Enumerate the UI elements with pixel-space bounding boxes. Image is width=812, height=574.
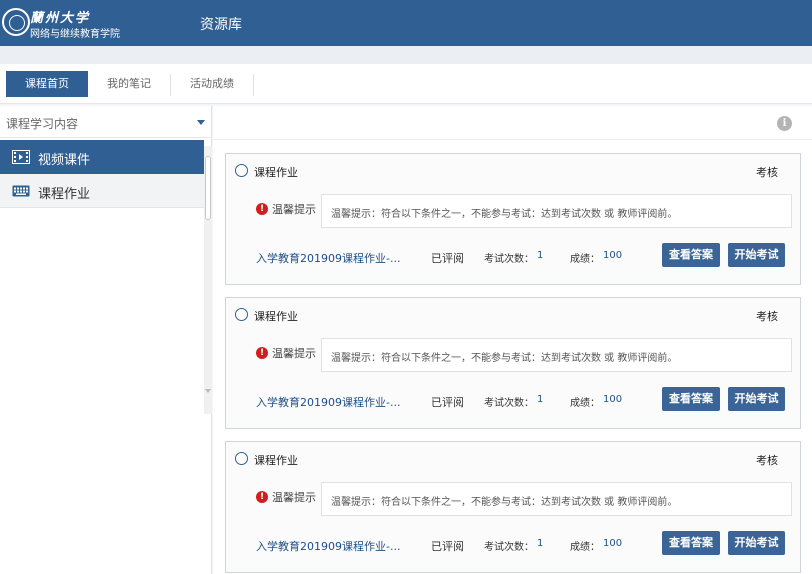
assignment-title: 课程作业 [254,454,298,467]
assignment-radio[interactable] [235,164,248,177]
view-answer-button[interactable]: 查看答案 [662,531,720,555]
score-label: 成绩： [570,398,600,409]
alert-label: 温馨提示 [272,203,316,216]
tab-activity-scores[interactable]: 活动成绩 [171,71,253,97]
score-label: 成绩： [570,542,600,553]
alert-label: 温馨提示 [272,491,316,504]
score-value: 100 [603,538,623,549]
alert-label: 温馨提示 [272,347,316,360]
film-icon [12,150,30,164]
tab-bar: 课程首页 我的笔记 活动成绩 [0,64,812,104]
tries-value: 1 [537,394,544,405]
tab-divider [253,74,254,96]
start-exam-button[interactable]: 开始考试 [728,387,785,411]
app-header: 蘭州大学 网络与继续教育学院 资源库 [0,0,812,46]
view-answer-button[interactable]: 查看答案 [662,243,720,267]
info-icon[interactable]: i [777,116,792,131]
score-value: 100 [603,394,623,405]
alert-icon: ! [256,203,268,215]
sidebar-item-homework[interactable]: 课程作业 [0,174,204,208]
score-value: 100 [603,250,623,261]
scroll-down-arrow-icon[interactable] [205,389,211,393]
alert-icon: ! [256,491,268,503]
score-label: 成绩： [570,254,600,265]
assessment-tag: 考核 [756,166,778,179]
sidebar-title: 课程学习内容 [6,117,79,131]
assignment-link[interactable]: 入学教育201909课程作业-... [256,394,400,410]
assignment-radio[interactable] [235,308,248,321]
sidebar-item-label: 课程作业 [38,187,91,202]
notice-box: 温馨提示：符合以下条件之一，不能参与考试：达到考试次数 或 教师评阅前。 [321,338,792,372]
assignment-link[interactable]: 入学教育201909课程作业-... [256,538,400,554]
assignment-link[interactable]: 入学教育201909课程作业-... [256,250,400,266]
header-strip [0,46,812,64]
tries-value: 1 [537,538,544,549]
start-exam-button[interactable]: 开始考试 [728,243,785,267]
university-seal-icon [2,8,30,36]
sidebar-item-video[interactable]: 视频课件 [0,140,204,174]
notice-text: 温馨提示：符合以下条件之一，不能参与考试：达到考试次数 或 教师评阅前。 [331,353,678,364]
tries-label: 考试次数： [484,542,534,553]
notice-text: 温馨提示：符合以下条件之一，不能参与考试：达到考试次数 或 教师评阅前。 [331,209,678,220]
page-title: 资源库 [200,17,242,33]
assignment-card: 课程作业 考核 ! 温馨提示 温馨提示：符合以下条件之一，不能参与考试：达到考试… [225,441,801,573]
assessment-tag: 考核 [756,454,778,467]
review-status: 已评阅 [431,252,464,265]
sidebar-header[interactable]: 课程学习内容 [0,106,212,138]
notice-box: 温馨提示：符合以下条件之一，不能参与考试：达到考试次数 或 教师评阅前。 [321,194,792,228]
tab-my-notes[interactable]: 我的笔记 [88,71,170,97]
keyboard-icon [12,185,30,197]
logo-title: 蘭州大学 [30,11,91,26]
logo-subtitle: 网络与继续教育学院 [30,29,120,40]
main-divider [213,139,812,140]
sidebar-item-label: 视频课件 [38,153,91,168]
tries-label: 考试次数： [484,398,534,409]
review-status: 已评阅 [431,540,464,553]
view-answer-button[interactable]: 查看答案 [662,387,720,411]
assignment-title: 课程作业 [254,166,298,179]
tab-course-home[interactable]: 课程首页 [6,71,88,97]
sidebar-scroll-thumb[interactable] [205,156,211,220]
assignment-title: 课程作业 [254,310,298,323]
start-exam-button[interactable]: 开始考试 [728,531,785,555]
tries-label: 考试次数： [484,254,534,265]
review-status: 已评阅 [431,396,464,409]
main-content: i 课程作业 考核 ! 温馨提示 温馨提示：符合以下条件之一，不能参与考试：达到… [213,106,812,574]
sidebar: 课程学习内容 视频课件 课程作业 [0,106,212,574]
assignment-card: 课程作业 考核 ! 温馨提示 温馨提示：符合以下条件之一，不能参与考试：达到考试… [225,153,801,285]
caret-down-icon[interactable] [197,120,205,125]
tries-value: 1 [537,250,544,261]
assignment-card: 课程作业 考核 ! 温馨提示 温馨提示：符合以下条件之一，不能参与考试：达到考试… [225,297,801,429]
assessment-tag: 考核 [756,310,778,323]
university-logo[interactable]: 蘭州大学 网络与继续教育学院 [0,6,130,40]
alert-icon: ! [256,347,268,359]
assignment-radio[interactable] [235,452,248,465]
notice-text: 温馨提示：符合以下条件之一，不能参与考试：达到考试次数 或 教师评阅前。 [331,497,678,508]
notice-box: 温馨提示：符合以下条件之一，不能参与考试：达到考试次数 或 教师评阅前。 [321,482,792,516]
